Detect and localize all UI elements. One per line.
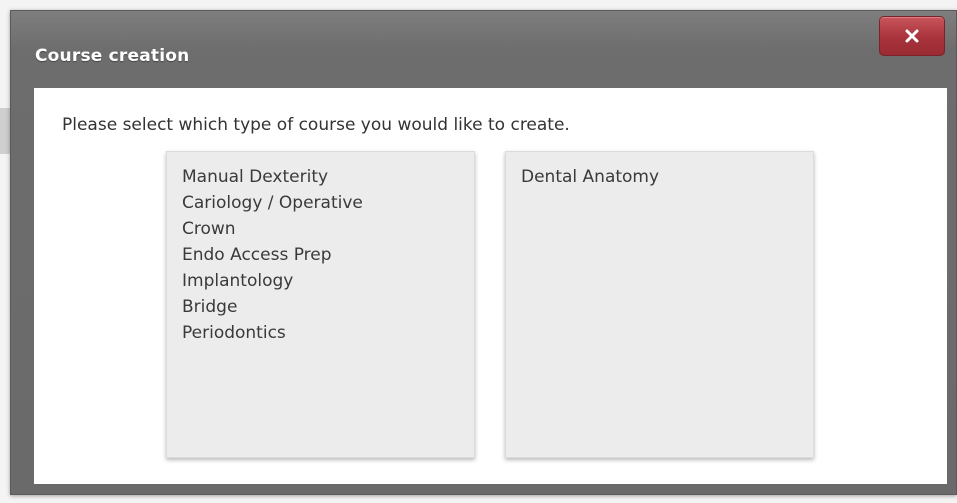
dialog-title: Course creation: [35, 46, 190, 66]
course-type-list-right: Dental Anatomy: [505, 151, 814, 458]
close-icon: [905, 29, 919, 43]
dialog-prompt: Please select which type of course you w…: [62, 115, 570, 135]
course-option-manual-dexterity[interactable]: Manual Dexterity: [182, 164, 459, 190]
course-option-crown[interactable]: Crown: [182, 216, 459, 242]
course-option-endo-access-prep[interactable]: Endo Access Prep: [182, 242, 459, 268]
course-option-cariology-operative[interactable]: Cariology / Operative: [182, 190, 459, 216]
course-option-periodontics[interactable]: Periodontics: [182, 320, 459, 346]
course-option-implantology[interactable]: Implantology: [182, 268, 459, 294]
dialog-body: Please select which type of course you w…: [34, 88, 947, 484]
course-option-bridge[interactable]: Bridge: [182, 294, 459, 320]
close-button[interactable]: [879, 16, 945, 56]
course-type-list-left: Manual Dexterity Cariology / Operative C…: [166, 151, 475, 458]
course-creation-dialog: Course creation Please select which type…: [10, 10, 957, 495]
dialog-header: Course creation: [11, 11, 956, 89]
course-option-dental-anatomy[interactable]: Dental Anatomy: [521, 164, 798, 190]
page: Course creation Please select which type…: [0, 0, 957, 503]
